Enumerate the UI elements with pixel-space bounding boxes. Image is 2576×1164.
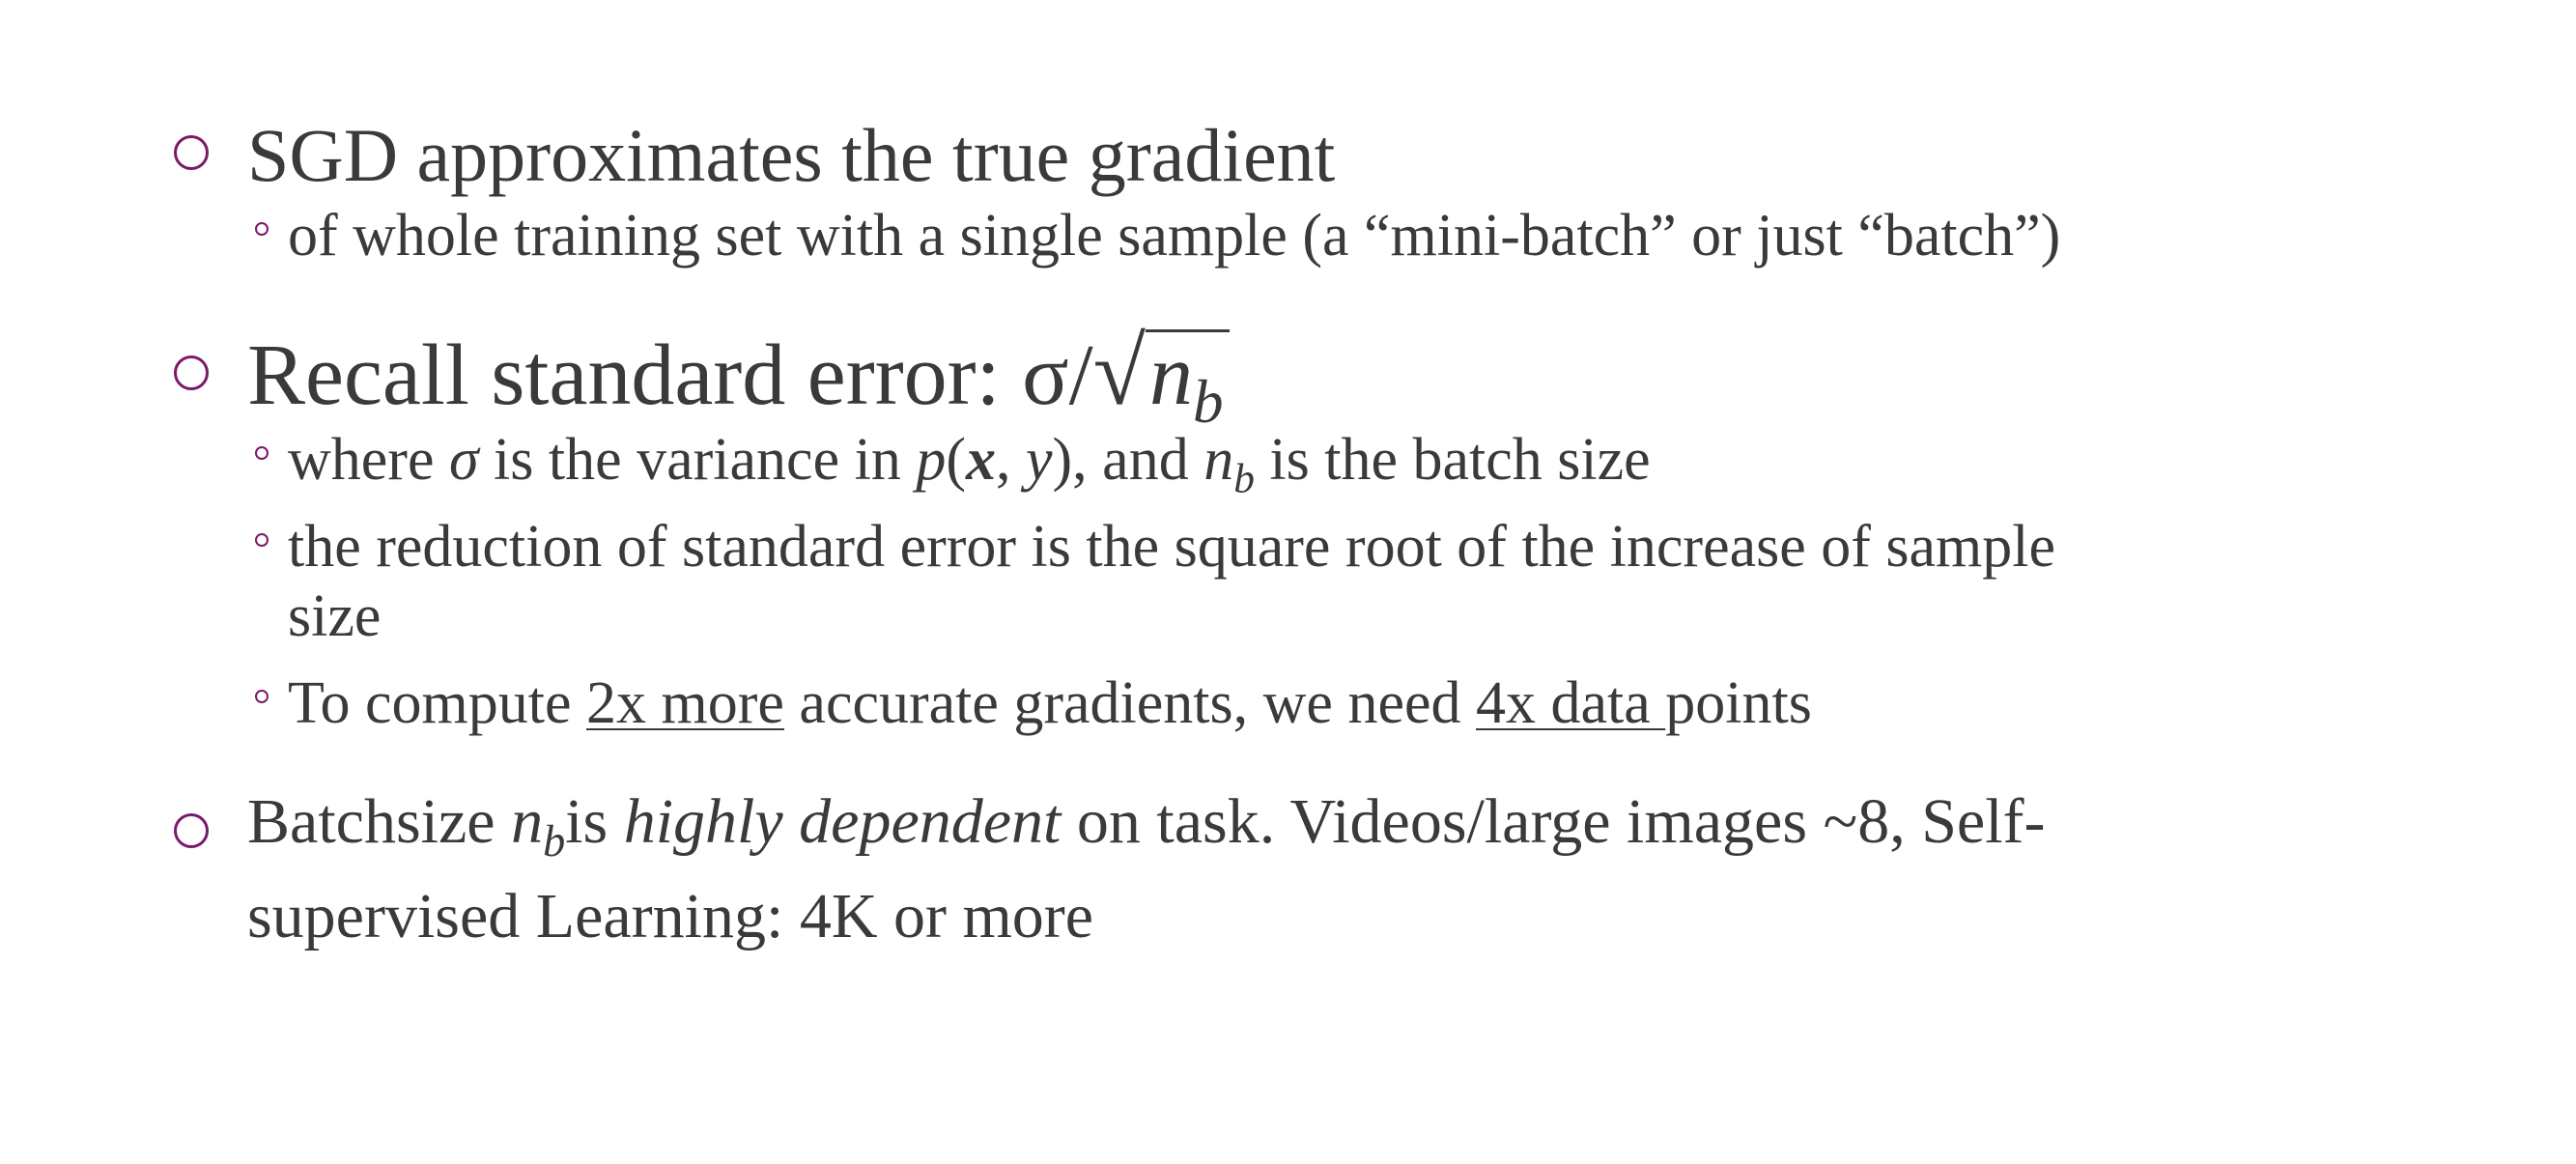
italic-text: highly dependent (623, 786, 1062, 857)
math-b-subscript: b (1233, 455, 1255, 502)
math-p: p (916, 427, 947, 493)
sub-bullet-compute: To compute 2x more accurate gradients, w… (255, 668, 1812, 738)
math-x: x (965, 427, 996, 493)
math-sigma: σ (448, 427, 479, 493)
formula-n: n (1149, 327, 1194, 423)
sqrt-formula: √nb (1092, 320, 1230, 433)
text-line: the reduction of standard error is the s… (288, 514, 2056, 580)
sub-bullet-text: where σ is the variance in p(x, y), and … (288, 425, 1651, 513)
underlined-text: 4x data (1475, 670, 1666, 736)
math-n: n (511, 786, 544, 857)
sub-bullet-marker-icon (255, 533, 269, 547)
sub-bullet-text: of whole training set with a single samp… (288, 203, 2061, 269)
bullet-marker-icon (174, 135, 209, 170)
text-line: Batchsize nbis highly dependent on task.… (247, 784, 2046, 879)
bullet-text: Batchsize nbis highly dependent on task.… (247, 784, 2046, 954)
math-y: y (1025, 427, 1053, 493)
sub-bullet-marker-icon (255, 222, 269, 236)
text-segment: Batchsize (247, 786, 512, 857)
sub-bullet-whole-training-set: of whole training set with a single samp… (255, 201, 2060, 270)
text-segment: To compute (288, 670, 587, 736)
sqrt-radicand: nb (1146, 329, 1230, 433)
bullet-text: SGD approximates the true gradient (247, 113, 1336, 197)
bullet-marker-icon (174, 813, 209, 848)
sub-bullet-variance: where σ is the variance in p(x, y), and … (255, 425, 1651, 513)
bullet-batchsize: Batchsize nbis highly dependent on task.… (174, 784, 2046, 954)
sub-bullet-text: the reduction of standard error is the s… (288, 512, 2055, 651)
math-comma: , (995, 427, 1026, 493)
math-b-subscript: b (543, 816, 566, 866)
text-line: size (288, 583, 382, 649)
underlined-text: 2x more (586, 670, 784, 736)
text-segment: accurate gradients, we need (783, 670, 1476, 736)
sub-bullet-reduction: the reduction of standard error is the s… (255, 512, 2055, 651)
text-segment: on task. Videos/large images ~8, Self- (1061, 786, 2046, 857)
sqrt-sign-icon: √ (1092, 320, 1146, 425)
formula-sigma: σ/ (1022, 327, 1093, 423)
bullet-text: Recall standard error: σ/√nb (247, 320, 1230, 433)
bullet-sgd: SGD approximates the true gradient (174, 114, 1335, 197)
text-segment: where (288, 427, 449, 493)
text-segment: is the batch size (1254, 427, 1651, 493)
sub-bullet-text: To compute 2x more accurate gradients, w… (288, 668, 1812, 738)
math-n: n (1203, 427, 1234, 493)
text-segment: , and (1072, 427, 1204, 493)
bullet-prefix: Recall standard error: (247, 327, 1023, 423)
math-paren: ) (1052, 427, 1073, 493)
text-segment: is (565, 786, 624, 857)
text-segment: is the variance in (478, 427, 917, 493)
slide: SGD approximates the true gradient of wh… (0, 0, 2576, 1164)
text-line: supervised Learning: 4K or more (247, 881, 1094, 952)
text-segment: points (1665, 670, 1812, 736)
bullet-standard-error: Recall standard error: σ/√nb (174, 320, 1230, 433)
math-paren: ( (946, 427, 966, 493)
sub-bullet-marker-icon (255, 446, 269, 460)
sub-bullet-marker-icon (255, 690, 269, 703)
bullet-marker-icon (174, 355, 209, 390)
